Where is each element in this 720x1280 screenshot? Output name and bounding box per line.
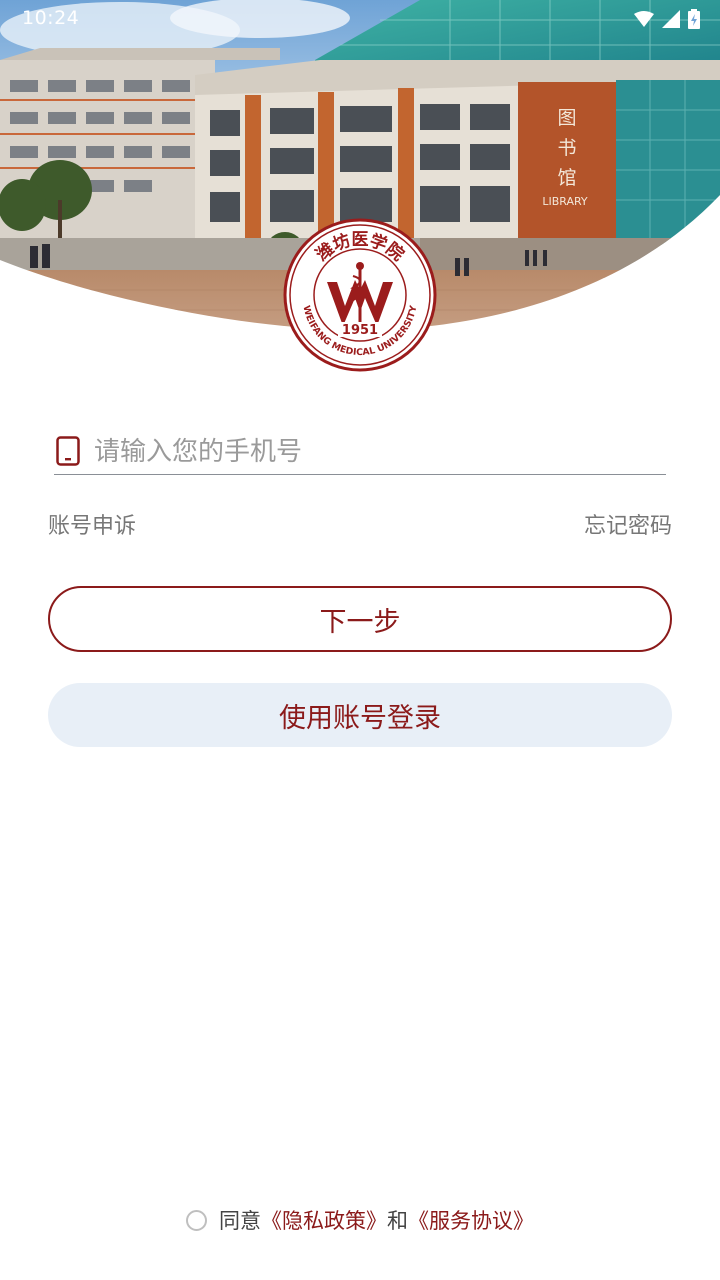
phone-field[interactable]	[54, 428, 666, 475]
privacy-policy-link[interactable]: 《隐私政策》	[261, 1205, 387, 1235]
account-appeal-link[interactable]: 账号申诉	[48, 508, 136, 540]
login-screen: 图 书 馆 LIBRARY 10:24 潍坊医学院 WEIFANG MEDICA…	[0, 0, 720, 1280]
account-login-button[interactable]: 使用账号登录	[48, 683, 672, 747]
university-logo: 潍坊医学院 WEIFANG MEDICAL UNIVERSITY 1951	[283, 218, 437, 372]
service-agreement-link[interactable]: 《服务协议》	[408, 1205, 534, 1235]
svg-text:书: 书	[557, 137, 576, 159]
wifi-icon	[634, 11, 654, 27]
signal-icon	[662, 10, 680, 28]
svg-text:图: 图	[557, 107, 576, 129]
phone-input[interactable]	[92, 430, 656, 474]
svg-text:馆: 馆	[557, 167, 576, 189]
agreement-row: 同意 《隐私政策》 和 《服务协议》	[0, 1204, 720, 1236]
account-links: 账号申诉 忘记密码	[48, 506, 672, 540]
agreement-prefix: 同意	[219, 1209, 261, 1233]
svg-text:LIBRARY: LIBRARY	[542, 195, 588, 208]
status-time: 10:24	[22, 7, 80, 29]
agreement-conjunction: 和	[387, 1209, 408, 1233]
logo-year: 1951	[342, 323, 378, 338]
battery-icon	[688, 9, 700, 29]
next-step-button[interactable]: 下一步	[48, 586, 672, 652]
status-bar: 10:24	[0, 0, 720, 40]
status-icons	[634, 8, 700, 30]
forgot-password-link[interactable]: 忘记密码	[584, 508, 672, 540]
agreement-checkbox[interactable]	[186, 1209, 207, 1231]
mobile-phone-icon	[56, 436, 80, 466]
